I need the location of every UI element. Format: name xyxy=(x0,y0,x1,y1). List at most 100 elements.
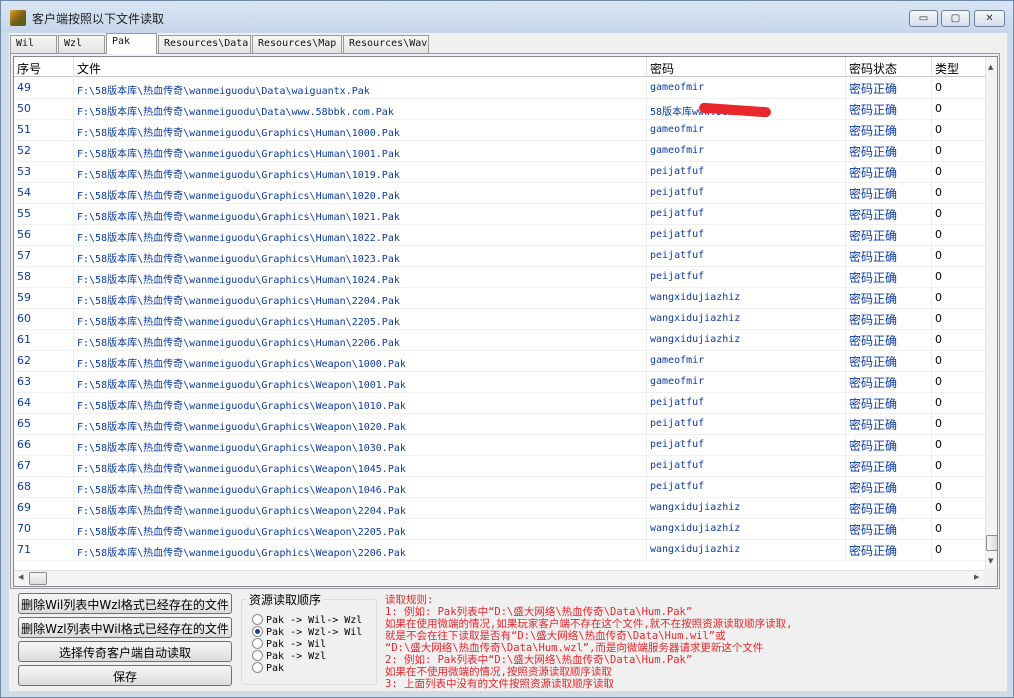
minimize-button[interactable]: ▭ xyxy=(909,10,938,27)
table-row[interactable]: 66 F:\58版本库\热血传奇\wanmeiguodu\Graphics\Wea… xyxy=(14,435,985,456)
cell-type: 0 xyxy=(935,480,942,493)
cell-type: 0 xyxy=(935,249,942,262)
cell-password-status: 密码正确 xyxy=(846,120,932,140)
cell-file: F:\58版本库\热血传奇\wanmeiguodu\Graphics\Human… xyxy=(74,309,647,329)
table-row[interactable]: 64 F:\58版本库\热血传奇\wanmeiguodu\Graphics\Wea… xyxy=(14,393,985,414)
radio-button-icon[interactable] xyxy=(252,626,263,637)
table-row[interactable]: 56 F:\58版本库\热血传奇\wanmeiguodu\Graphics\Hum… xyxy=(14,225,985,246)
cell-password: gameofmir xyxy=(647,351,846,371)
app-icon xyxy=(10,10,26,26)
cell-index: 67 xyxy=(14,456,74,476)
horizontal-scroll-thumb[interactable] xyxy=(29,572,47,585)
cell-file: F:\58版本库\热血传奇\wanmeiguodu\Data\waiguantx… xyxy=(74,78,647,98)
cell-index: 50 xyxy=(14,99,74,119)
table-row[interactable]: 71 F:\58版本库\热血传奇\wanmeiguodu\Graphics\Wea… xyxy=(14,540,985,561)
table-row[interactable]: 57 F:\58版本库\热血传奇\wanmeiguodu\Graphics\Hum… xyxy=(14,246,985,267)
cell-type: 0 xyxy=(935,123,942,136)
radio-button-icon[interactable] xyxy=(252,662,263,673)
table-row[interactable]: 58 F:\58版本库\热血传奇\wanmeiguodu\Graphics\Hum… xyxy=(14,267,985,288)
file-list[interactable]: 序号 文件 密码 密码状态 类型 49 F:\58版本库\热血传奇\wanmeig… xyxy=(13,56,998,587)
table-row[interactable]: 55 F:\58版本库\热血传奇\wanmeiguodu\Graphics\Hum… xyxy=(14,204,985,225)
table-row[interactable]: 70 F:\58版本库\热血传奇\wanmeiguodu\Graphics\Wea… xyxy=(14,519,985,540)
cell-file: F:\58版本库\热血传奇\wanmeiguodu\Graphics\Weapo… xyxy=(74,519,647,539)
table-row[interactable]: 69 F:\58版本库\热血传奇\wanmeiguodu\Graphics\Wea… xyxy=(14,498,985,519)
delete-wil-in-wzl-button[interactable]: 删除Wzl列表中Wil格式已经存在的文件 xyxy=(18,617,232,638)
table-row[interactable]: 68 F:\58版本库\热血传奇\wanmeiguodu\Graphics\Wea… xyxy=(14,477,985,498)
cell-file: F:\58版本库\热血传奇\wanmeiguodu\Graphics\Weapo… xyxy=(74,414,647,434)
column-header-index[interactable]: 序号 xyxy=(14,57,74,77)
cell-password: peijatfuf xyxy=(647,246,846,266)
cell-password: gameofmir xyxy=(647,78,846,98)
column-header-password-status[interactable]: 密码状态 xyxy=(846,57,932,77)
cell-file: F:\58版本库\热血传奇\wanmeiguodu\Graphics\Human… xyxy=(74,246,647,266)
column-header-password[interactable]: 密码 xyxy=(647,57,846,77)
cell-index: 66 xyxy=(14,435,74,455)
radio-button-icon[interactable] xyxy=(252,614,263,625)
select-client-button[interactable]: 选择传奇客户端自动读取 xyxy=(18,641,232,662)
tab-resources-wav[interactable]: Resources\Wav xyxy=(343,35,429,53)
maximize-button[interactable]: ▢ xyxy=(941,10,970,27)
horizontal-scrollbar[interactable]: ◀ ▶ xyxy=(14,570,985,586)
cell-password-status: 密码正确 xyxy=(846,351,932,371)
table-row[interactable]: 59 F:\58版本库\热血传奇\wanmeiguodu\Graphics\Hum… xyxy=(14,288,985,309)
table-row[interactable]: 63 F:\58版本库\热血传奇\wanmeiguodu\Graphics\Wea… xyxy=(14,372,985,393)
radio-label: Pak -> Wzl-> Wil xyxy=(266,627,363,638)
radio-button-icon[interactable] xyxy=(252,650,263,661)
cell-type: 0 xyxy=(935,102,942,115)
scroll-up-icon[interactable]: ▲ xyxy=(988,63,993,71)
close-button[interactable]: ✕ xyxy=(974,10,1005,27)
cell-password-status: 密码正确 xyxy=(846,99,932,119)
rule-line: 3: 上面列表中没有的文件按照资源读取顺序读取 xyxy=(385,678,614,690)
title-bar[interactable]: 客户端按照以下文件读取 ▭ ▢ ✕ xyxy=(1,1,1013,33)
tab-wil[interactable]: Wil xyxy=(10,35,57,53)
cell-file: F:\58版本库\热血传奇\wanmeiguodu\Data\www.58bbk… xyxy=(74,99,647,119)
cell-file: F:\58版本库\热血传奇\wanmeiguodu\Graphics\Weapo… xyxy=(74,435,647,455)
column-header-type[interactable]: 类型 xyxy=(932,57,985,77)
radio-option[interactable]: Pak -> Wzl xyxy=(252,650,326,662)
cell-type: 0 xyxy=(935,228,942,241)
cell-file: F:\58版本库\热血传奇\wanmeiguodu\Graphics\Weapo… xyxy=(74,498,647,518)
radio-option[interactable]: Pak -> Wil-> Wzl xyxy=(252,614,362,626)
cell-type: 0 xyxy=(935,417,942,430)
table-row[interactable]: 52 F:\58版本库\热血传奇\wanmeiguodu\Graphics\Hum… xyxy=(14,141,985,162)
save-button[interactable]: 保存 xyxy=(18,665,232,686)
table-row[interactable]: 53 F:\58版本库\热血传奇\wanmeiguodu\Graphics\Hum… xyxy=(14,162,985,183)
tab-resources-map[interactable]: Resources\Map xyxy=(252,35,342,53)
table-row[interactable]: 62 F:\58版本库\热血传奇\wanmeiguodu\Graphics\Wea… xyxy=(14,351,985,372)
table-row[interactable]: 65 F:\58版本库\热血传奇\wanmeiguodu\Graphics\Wea… xyxy=(14,414,985,435)
column-header-file[interactable]: 文件 xyxy=(74,57,647,77)
tab-resources-data[interactable]: Resources\Data xyxy=(158,35,251,53)
radio-option[interactable]: Pak -> Wil xyxy=(252,638,326,650)
tab-pak[interactable]: Pak xyxy=(106,33,157,54)
radio-option[interactable]: Pak -> Wzl-> Wil xyxy=(252,626,362,638)
vertical-scroll-thumb[interactable] xyxy=(986,535,997,551)
scroll-down-icon[interactable]: ▼ xyxy=(988,557,993,565)
radio-button-icon[interactable] xyxy=(252,638,263,649)
cell-password: peijatfuf xyxy=(647,267,846,287)
radio-option[interactable]: Pak xyxy=(252,662,284,674)
table-row[interactable]: 50 F:\58版本库\热血传奇\wanmeiguodu\Data\www.58b… xyxy=(14,99,985,120)
table-row[interactable]: 51 F:\58版本库\热血传奇\wanmeiguodu\Graphics\Hum… xyxy=(14,120,985,141)
scroll-left-icon[interactable]: ◀ xyxy=(18,573,23,581)
table-row[interactable]: 67 F:\58版本库\热血传奇\wanmeiguodu\Graphics\Wea… xyxy=(14,456,985,477)
cell-type: 0 xyxy=(935,186,942,199)
cell-type: 0 xyxy=(935,144,942,157)
cell-password: peijatfuf xyxy=(647,477,846,497)
table-row[interactable]: 54 F:\58版本库\热血传奇\wanmeiguodu\Graphics\Hum… xyxy=(14,183,985,204)
table-row[interactable]: 61 F:\58版本库\热血传奇\wanmeiguodu\Graphics\Hum… xyxy=(14,330,985,351)
radio-label: Pak xyxy=(266,663,285,674)
cell-file: F:\58版本库\热血传奇\wanmeiguodu\Graphics\Human… xyxy=(74,120,647,140)
cell-password: peijatfuf xyxy=(647,393,846,413)
table-row[interactable]: 60 F:\58版本库\热血传奇\wanmeiguodu\Graphics\Hum… xyxy=(14,309,985,330)
cell-password-status: 密码正确 xyxy=(846,498,932,518)
cell-file: F:\58版本库\热血传奇\wanmeiguodu\Graphics\Human… xyxy=(74,183,647,203)
cell-password: wangxidujiazhiz xyxy=(647,519,846,539)
cell-password: peijatfuf xyxy=(647,225,846,245)
scroll-right-icon[interactable]: ▶ xyxy=(974,573,979,581)
cell-index: 70 xyxy=(14,519,74,539)
tab-wzl[interactable]: Wzl xyxy=(58,35,105,53)
delete-wzl-in-wil-button[interactable]: 删除Wil列表中Wzl格式已经存在的文件 xyxy=(18,593,232,614)
table-row[interactable]: 49 F:\58版本库\热血传奇\wanmeiguodu\Data\waiguan… xyxy=(14,78,985,99)
cell-password-status: 密码正确 xyxy=(846,225,932,245)
vertical-scrollbar[interactable]: ▲ ▼ xyxy=(985,57,997,570)
